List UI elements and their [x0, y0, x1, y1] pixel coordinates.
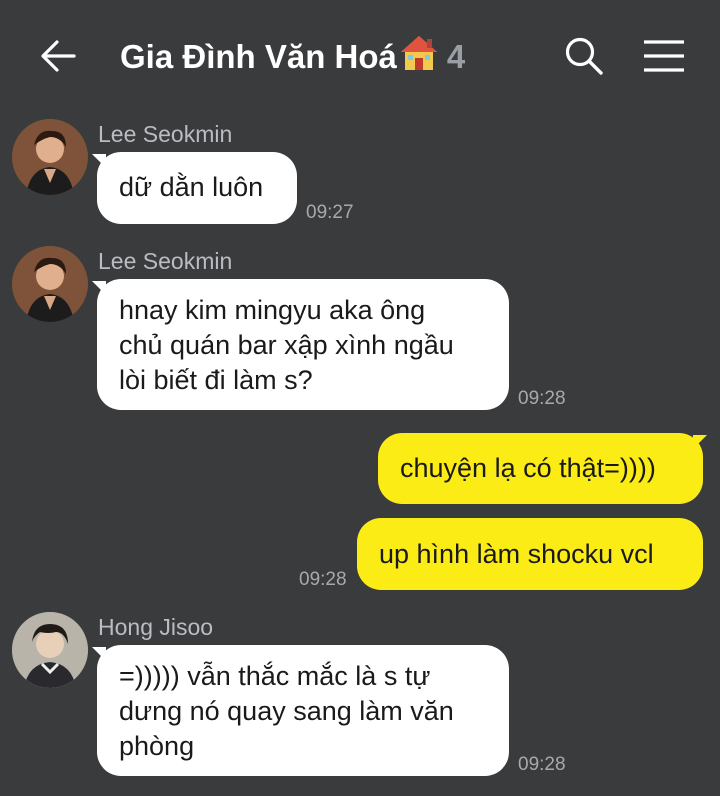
sender-name: Hong Jisoo [98, 614, 214, 640]
profile-photo-icon [12, 246, 88, 322]
message-text: up hình làm shocku vcl [379, 539, 654, 569]
message-bubble[interactable]: chuyện lạ có thật=)))) [378, 433, 703, 504]
house-emoji-icon [399, 34, 439, 83]
message-bubble[interactable]: =))))) vẫn thắc mắc là s tự dưng nó quay… [97, 645, 509, 776]
profile-photo-icon [12, 612, 88, 688]
avatar[interactable] [12, 246, 88, 322]
profile-photo-icon [12, 119, 88, 195]
menu-button[interactable] [642, 38, 686, 74]
sender-name: Lee Seokmin [98, 248, 233, 274]
message-text-line: chủ quán bar xập xình ngầu [119, 330, 454, 360]
chat-title[interactable]: Gia Đình Văn Hoá 4 [120, 34, 465, 83]
message-bubble[interactable]: hnay kim mingyu aka ông chủ quán bar xập… [97, 279, 509, 410]
avatar[interactable] [12, 612, 88, 688]
message-bubble[interactable]: up hình làm shocku vcl [357, 518, 703, 590]
message-text-line: phòng [119, 731, 195, 761]
message-timestamp: 09:28 [518, 388, 566, 409]
search-button[interactable] [564, 36, 604, 76]
message-text: dữ dằn luôn [119, 172, 264, 202]
sender-name: Lee Seokmin [98, 121, 233, 147]
avatar[interactable] [12, 119, 88, 195]
message-text-line: =))))) vẫn thắc mắc là s tự [119, 661, 431, 691]
message-text: chuyện lạ có thật=)))) [400, 453, 656, 483]
member-count: 4 [446, 38, 466, 75]
message-text-line: dưng nó quay sang làm văn [119, 696, 454, 726]
message-timestamp: 09:28 [518, 754, 566, 775]
message-text-line: lòi biết đi làm s? [119, 365, 313, 395]
chat-header: Gia Đình Văn Hoá 4 [0, 0, 720, 110]
message-timestamp: 09:27 [306, 202, 354, 223]
message-bubble[interactable]: dữ dằn luôn [97, 152, 297, 224]
message-timestamp: 09:28 [299, 569, 347, 590]
back-button[interactable] [38, 36, 78, 76]
search-icon [565, 37, 603, 75]
message-text-line: hnay kim mingyu aka ông [119, 295, 426, 325]
arrow-left-icon [41, 40, 76, 72]
hamburger-menu-icon [644, 40, 684, 72]
group-name: Gia Đình Văn Hoá [120, 38, 397, 75]
